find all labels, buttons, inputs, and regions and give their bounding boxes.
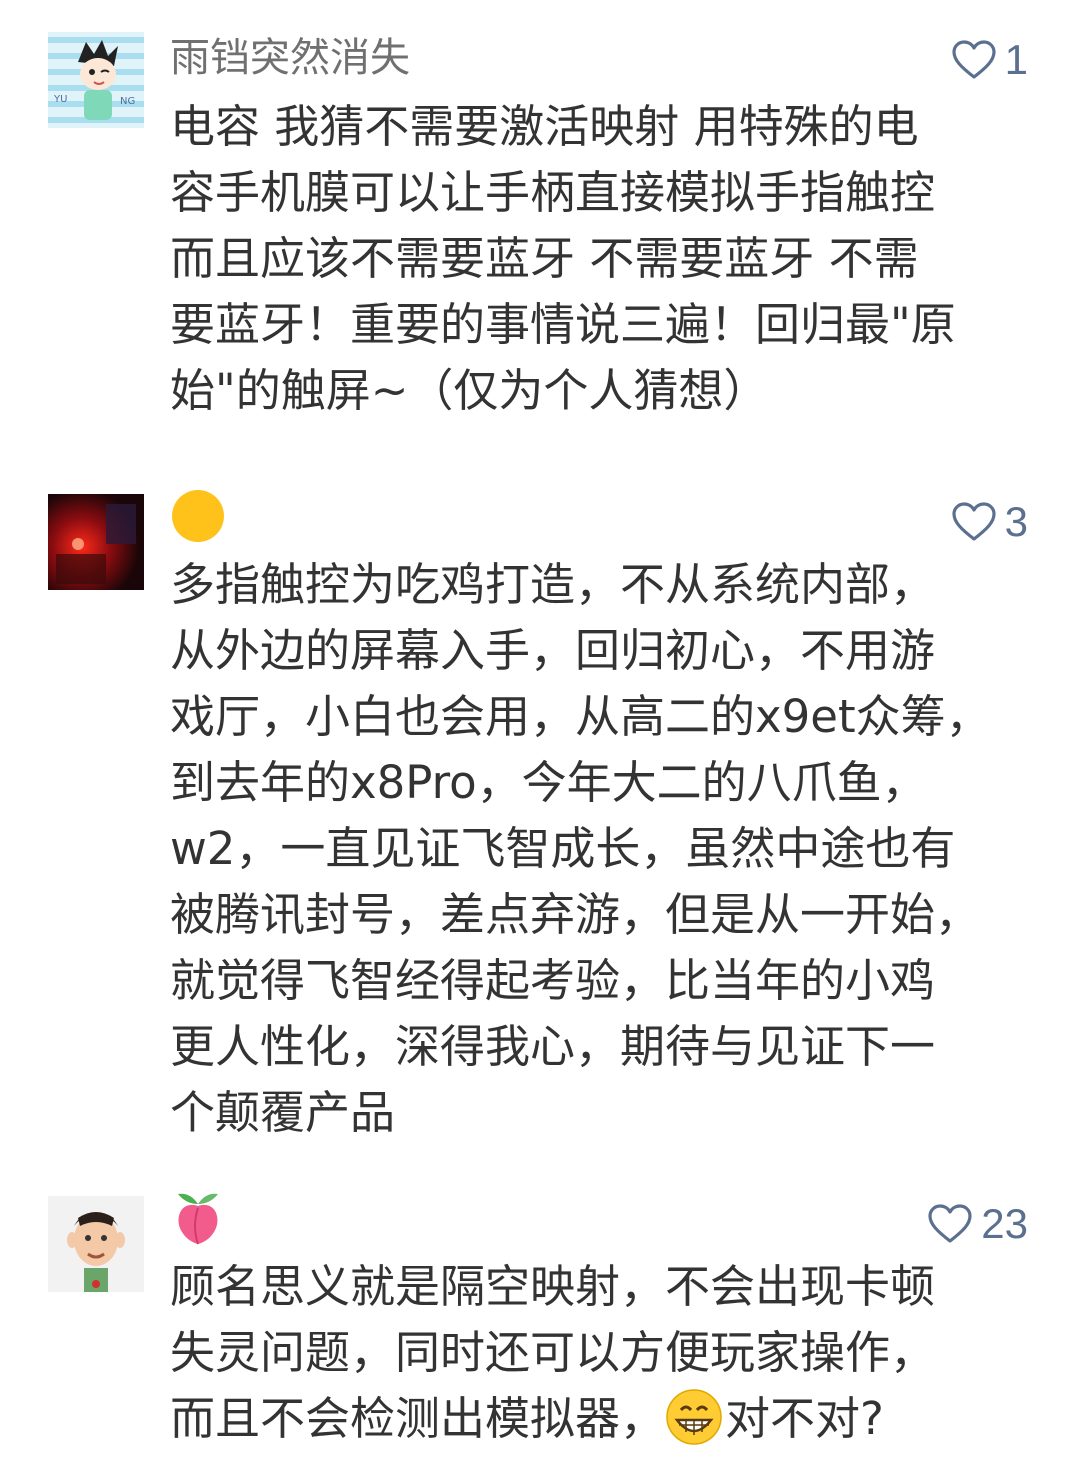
comment-line: 而且应该不需要蓝牙 不需要蓝牙 不需	[170, 232, 919, 285]
comment-line: 从外边的屏幕入手，回归初心，不用游	[170, 624, 936, 677]
heart-icon	[952, 40, 996, 79]
like-count: 3	[1004, 498, 1028, 545]
comment-line: 多指触控为吃鸡打造，不从系统内部，	[170, 558, 936, 611]
comment-line: 更人性化，深得我心，期待与见证下一	[170, 1020, 936, 1073]
comment-line: 电容 我猜不需要激活映射 用特殊的电	[170, 100, 919, 153]
avatar[interactable]	[48, 1196, 144, 1292]
comment-line: 个颠覆产品	[170, 1086, 396, 1139]
like-button[interactable]: 3	[951, 494, 1028, 550]
comment-line: 到去年的x8Pro，今年大二的八爪鱼，	[170, 756, 927, 809]
heart-icon	[928, 1204, 972, 1243]
like-button[interactable]: 23	[927, 1196, 1028, 1252]
comment-text: 多指触控为吃鸡打造，不从系统内部， 从外边的屏幕入手，回归初心，不用游 戏厅，小…	[170, 552, 1020, 1146]
comment-line: 就觉得飞智经得起考验，比当年的小鸡	[170, 954, 936, 1007]
comment-line: 顾名思义就是隔空映射，不会出现卡顿	[170, 1260, 936, 1313]
cartoon-boy-avatar-icon: YU NG	[48, 32, 144, 128]
comment-fragment: 对不对?	[725, 1392, 884, 1445]
like-count: 23	[981, 1200, 1028, 1247]
avatar[interactable]	[48, 494, 144, 590]
user-name[interactable]: 雨铛突然消失	[170, 30, 410, 86]
comment-line: 始"的触屏~（仅为个人猜想）	[170, 364, 769, 417]
yellow-circle-icon	[172, 490, 224, 542]
comment-fragment: 而且不会检测出模拟器，	[170, 1392, 666, 1445]
like-count: 1	[1004, 36, 1028, 83]
comment-text: 顾名思义就是隔空映射，不会出现卡顿 失灵问题，同时还可以方便玩家操作， 而且不会…	[170, 1254, 1020, 1452]
comment-text: 电容 我猜不需要激活映射 用特殊的电 容手机膜可以让手柄直接模拟手指触控 而且应…	[170, 94, 1020, 424]
peach-icon	[178, 1193, 218, 1245]
comment-line: 失灵问题，同时还可以方便玩家操作，	[170, 1326, 936, 1379]
svg-text:YU: YU	[53, 94, 67, 105]
comment-line: w2，一直见证飞智成长，虽然中途也有	[170, 822, 956, 875]
svg-text:NG: NG	[120, 96, 135, 107]
grinning-icon	[666, 1389, 722, 1445]
like-button[interactable]: 1	[951, 32, 1028, 88]
heart-icon	[952, 502, 996, 541]
comment-line: 戏厅，小白也会用，从高二的x9et众筹，	[170, 690, 991, 743]
comment-line: 被腾讯封号，差点弃游，但是从一开始，	[170, 888, 981, 941]
avatar[interactable]: YU NG	[48, 32, 144, 128]
red-room-photo-avatar-icon	[48, 494, 144, 590]
comment-line: 容手机膜可以让手柄直接模拟手指触控	[170, 166, 936, 219]
comment-line: 要蓝牙！重要的事情说三遍！回归最"原	[170, 298, 956, 351]
comment-line: 而且不会检测出模拟器， 对不对?	[170, 1386, 1020, 1452]
cartoon-man-avatar-icon	[48, 1196, 144, 1292]
